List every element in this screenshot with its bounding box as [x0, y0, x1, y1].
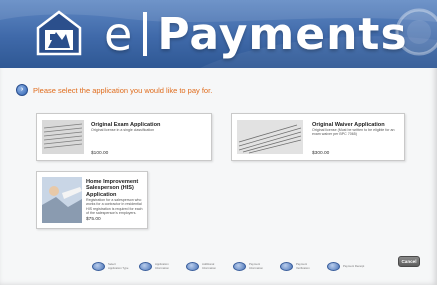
application-card-his[interactable]: Home Improvement Salesperson (HIS) Appli… [36, 171, 148, 229]
brand-divider [143, 12, 148, 56]
step-application-information: Application Information [139, 262, 177, 271]
step-icon [280, 262, 293, 271]
step-icon [233, 262, 246, 271]
step-label: Additional Information [202, 262, 216, 270]
application-title: Home Improvement Salesperson (HIS) Appli… [86, 179, 139, 198]
brand-name: Payments [157, 8, 408, 60]
application-thumbnail [42, 120, 84, 154]
application-price: $75.00 [86, 217, 101, 222]
application-thumbnail [42, 177, 82, 223]
salesperson-photo-icon [42, 177, 82, 223]
document-pages-icon [42, 120, 84, 154]
application-price: $100.00 [91, 151, 109, 156]
step-icon [186, 262, 199, 271]
step-icon [139, 262, 152, 271]
step-label: Payment Receipt [343, 263, 365, 268]
application-card-original-exam[interactable]: Original Exam Application Original licen… [36, 113, 212, 161]
application-card-original-waiver[interactable]: Original Waiver Application Original lic… [231, 113, 405, 161]
application-description: Original license in a single classificat… [91, 128, 155, 132]
application-thumbnail [237, 120, 303, 154]
step-additional-information: Additional Information [186, 262, 224, 271]
brand-title: e Payments [104, 6, 408, 62]
cslb-logo-icon [36, 10, 82, 56]
application-description: Registration for a salesperson who works… [86, 198, 143, 216]
document-pages-icon [237, 120, 303, 154]
step-label: Application Information [155, 262, 169, 270]
step-select-application: Select Application Type [92, 262, 130, 271]
step-icon [327, 262, 340, 271]
page-frame: e Payments › Please select the applicati… [0, 0, 437, 285]
application-description: Original license (Must be written to be … [312, 128, 395, 137]
progress-steps: Select Application Type Application Info… [92, 262, 365, 271]
step-payment-receipt: Payment Receipt [327, 262, 365, 271]
step-label: Payment Information [249, 262, 263, 270]
header-banner: e Payments [0, 0, 437, 68]
cancel-button[interactable]: Cancel [398, 256, 420, 267]
step-icon [92, 262, 105, 271]
step-payment-information: Payment Information [233, 262, 271, 271]
brand-prefix: e [104, 7, 134, 61]
info-icon: › [16, 84, 28, 96]
step-label: Select Application Type [108, 262, 129, 270]
instruction-text: Please select the application you would … [33, 85, 213, 95]
corner-seal-icon [395, 8, 437, 56]
instruction-row: › Please select the application you woul… [16, 84, 212, 96]
step-label: Payment Verification [296, 262, 310, 270]
application-price: $300.00 [312, 151, 330, 156]
step-payment-verification: Payment Verification [280, 262, 318, 271]
